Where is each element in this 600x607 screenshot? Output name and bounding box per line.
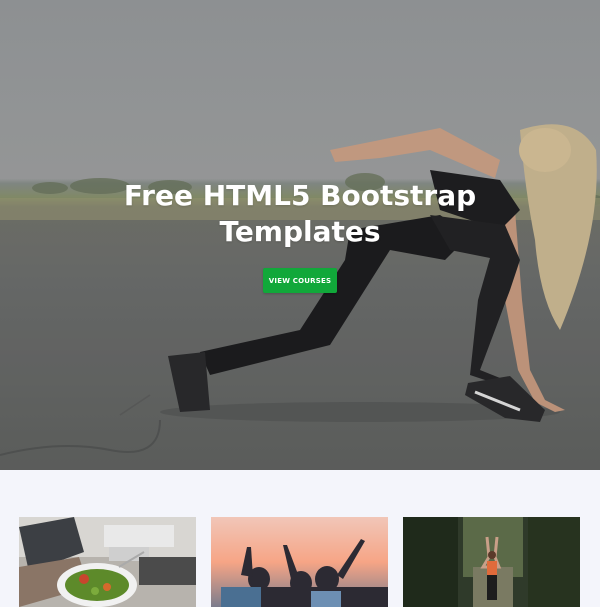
yoga-forest-photo: [403, 517, 580, 607]
hero-title: Free HTML5 Bootstrap Templates: [0, 178, 600, 250]
hero-title-line2: Templates: [219, 215, 381, 248]
friends-sunset-photo: [211, 517, 388, 607]
salad-laptop-photo: [19, 517, 196, 607]
course-card-3[interactable]: [403, 517, 580, 607]
hero-title-line1: Free HTML5 Bootstrap: [123, 179, 477, 212]
view-courses-button[interactable]: VIEW COURSES: [263, 268, 337, 293]
courses-section: [0, 470, 600, 607]
course-card-2[interactable]: [211, 517, 388, 607]
hero-section: Free HTML5 Bootstrap Templates VIEW COUR…: [0, 0, 600, 470]
course-card-1[interactable]: [19, 517, 196, 607]
